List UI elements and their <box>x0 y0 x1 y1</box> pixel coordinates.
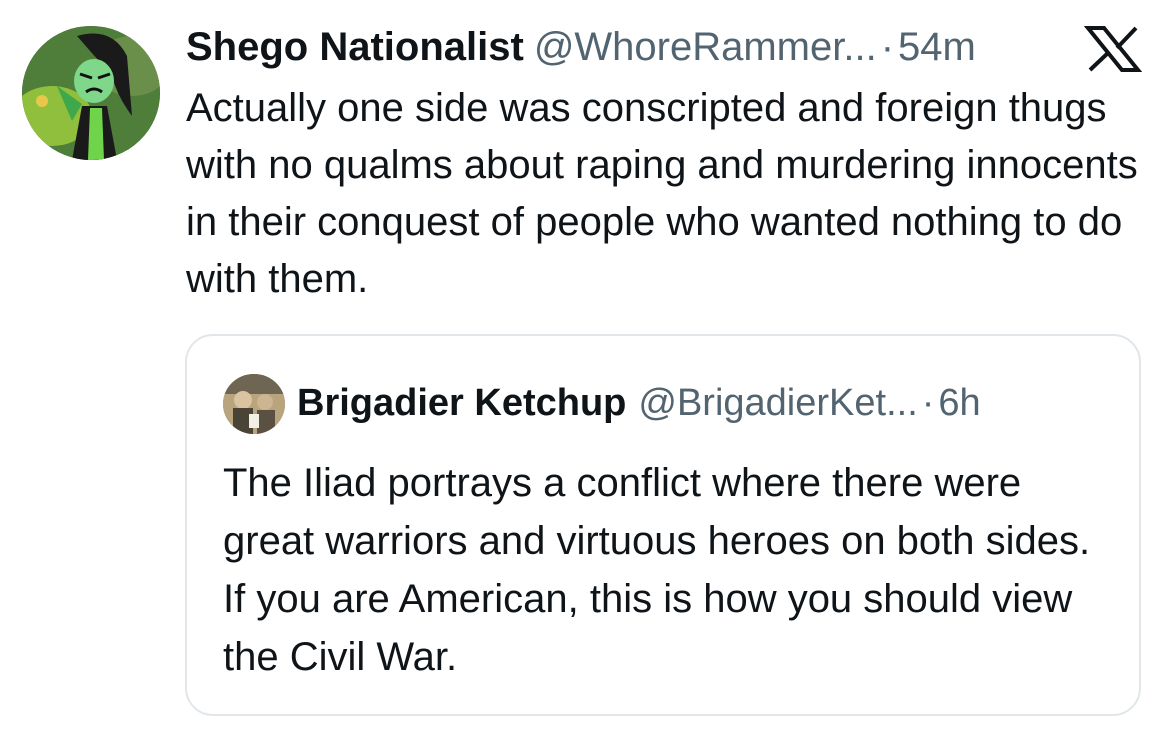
quoted-tweet-header: Brigadier Ketchup @BrigadierKet... · 6h <box>297 378 981 428</box>
x-logo-icon[interactable] <box>1083 26 1143 72</box>
tweet-timestamp[interactable]: 54m <box>898 22 976 72</box>
tweet[interactable]: Shego Nationalist @WhoreRammer... · 54m … <box>0 0 1170 739</box>
quoted-author-avatar[interactable] <box>223 374 285 434</box>
quoted-author-handle[interactable]: @BrigadierKet... <box>638 378 917 428</box>
cartoon-avatar-icon <box>22 26 160 160</box>
header-separator: · <box>880 25 895 69</box>
quoted-author-display-name[interactable]: Brigadier Ketchup <box>297 378 626 428</box>
author-avatar[interactable] <box>22 26 160 160</box>
tweet-text: Actually one side was conscripted and fo… <box>186 86 1138 301</box>
tweet-header: Shego Nationalist @WhoreRammer... · 54m <box>186 22 976 72</box>
quoted-header-separator: · <box>921 382 935 424</box>
photo-avatar-icon <box>223 374 285 434</box>
quoted-tweet-timestamp[interactable]: 6h <box>938 378 980 428</box>
author-handle[interactable]: @WhoreRammer... <box>534 22 877 72</box>
quoted-tweet-card[interactable]: Brigadier Ketchup @BrigadierKet... · 6h … <box>185 334 1141 716</box>
author-display-name[interactable]: Shego Nationalist <box>186 22 524 72</box>
quoted-tweet-text: The Iliad portrays a conflict where ther… <box>223 461 1091 679</box>
